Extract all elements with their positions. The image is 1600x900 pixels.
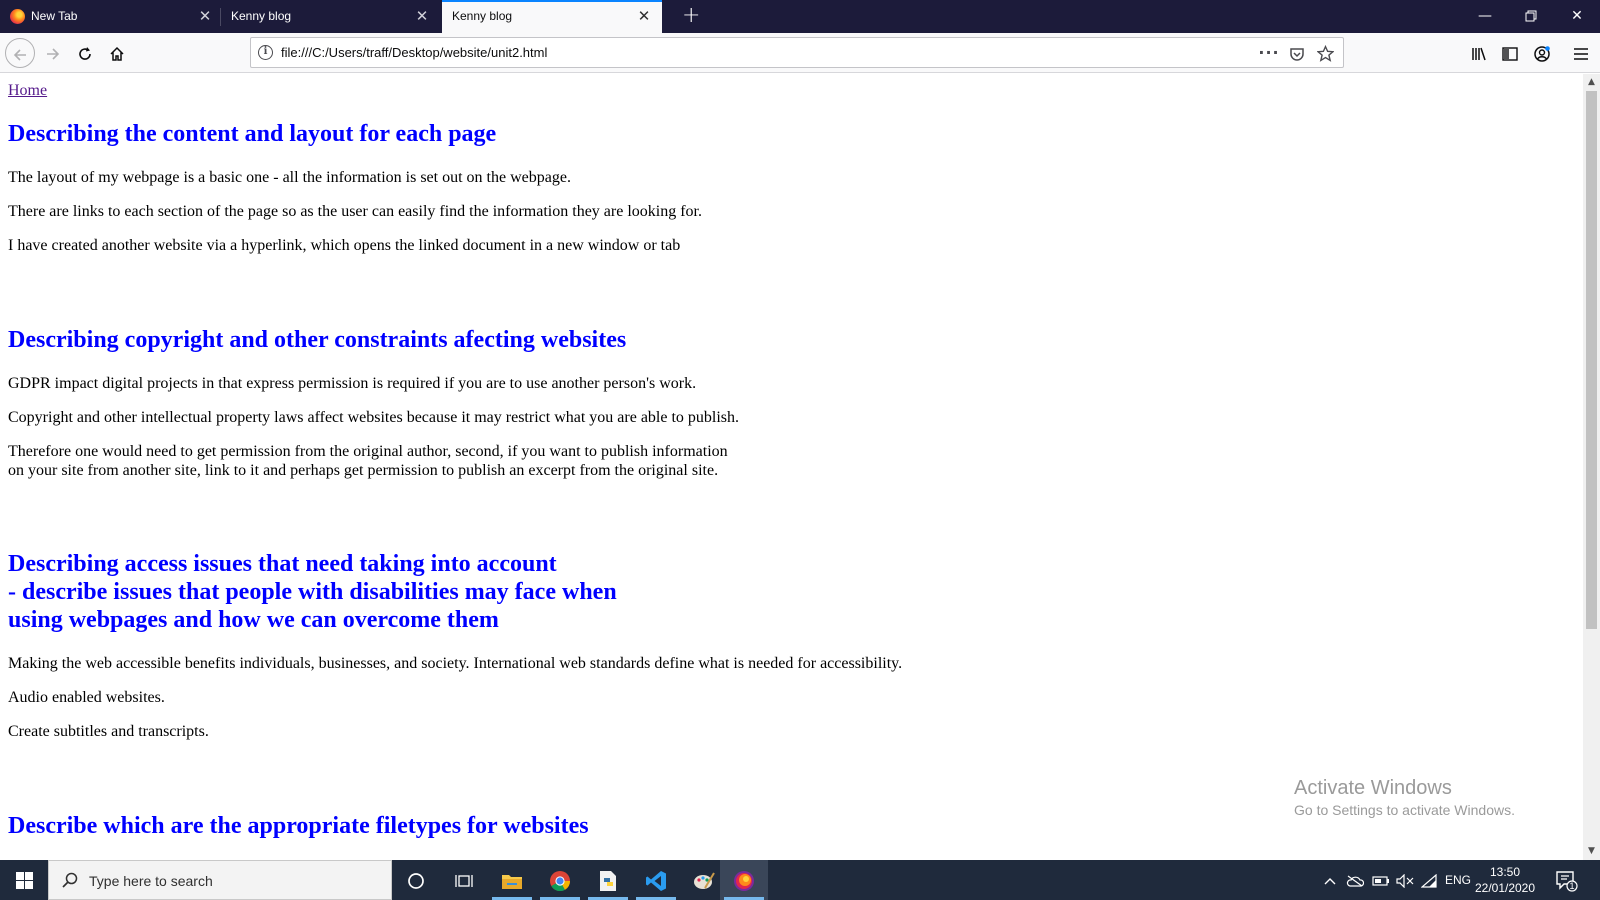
watermark-subtitle: Go to Settings to activate Windows. [1294, 802, 1515, 818]
tab-strip: New Tab ✕ Kenny blog ✕ Kenny blog ✕ + — … [0, 0, 1600, 33]
show-hidden-icons-chevron-icon[interactable] [1320, 860, 1340, 900]
scroll-up-arrow-icon[interactable]: ▲ [1583, 74, 1600, 91]
paragraph: Audio enabled websites. [8, 689, 165, 706]
chrome-icon[interactable] [536, 860, 584, 900]
paragraph: I have created another website via a hyp… [8, 237, 681, 254]
taskbar-search-box[interactable]: Type here to search [48, 860, 392, 900]
section-heading-access-issues: Describing access issues that need takin… [8, 551, 617, 633]
home-link[interactable]: Home [8, 82, 47, 100]
wifi-icon[interactable] [1418, 860, 1440, 900]
account-icon[interactable] [1527, 38, 1557, 68]
notification-count: 1 [1569, 881, 1575, 891]
section-heading-filetypes: Describe which are the appropriate filet… [8, 813, 589, 839]
url-text[interactable]: file:///C:/Users/traff/Desktop/website/u… [281, 38, 547, 67]
pocket-icon[interactable] [1283, 38, 1311, 67]
minimize-icon[interactable]: — [1462, 0, 1508, 33]
watermark-title: Activate Windows [1294, 777, 1452, 799]
clock-time: 13:50 [1489, 865, 1521, 879]
scroll-down-arrow-icon[interactable]: ▼ [1583, 843, 1600, 860]
task-view-icon[interactable] [440, 860, 488, 900]
forward-arrow-icon[interactable] [38, 38, 68, 68]
windows-start-icon[interactable] [0, 860, 48, 900]
library-icon[interactable] [1464, 38, 1494, 68]
onedrive-offline-icon[interactable] [1344, 860, 1366, 900]
vertical-scrollbar[interactable]: ▲ ▼ [1583, 74, 1600, 860]
section-heading-copyright: Describing copyright and other constrain… [8, 327, 627, 353]
clock[interactable]: 13:50 22/01/2020 [1470, 864, 1540, 896]
python-idle-icon[interactable] [584, 860, 632, 900]
paragraph: Copyright and other intellectual propert… [8, 409, 740, 426]
page-actions-ellipsis-icon[interactable]: ··· [1255, 38, 1283, 67]
hamburger-menu-icon[interactable] [1566, 38, 1596, 68]
paragraph: Therefore one would need to get permissi… [8, 443, 728, 479]
paragraph: Making the web accessible benefits indiv… [8, 655, 903, 672]
reload-icon[interactable] [70, 38, 100, 68]
start-pane [25, 872, 33, 880]
page-viewport: Home Describing the content and layout f… [0, 74, 1583, 860]
new-tab-plus-icon[interactable]: + [682, 0, 700, 33]
bookmark-star-icon[interactable] [1311, 38, 1339, 67]
start-pane [16, 872, 24, 880]
scroll-thumb[interactable] [1586, 91, 1597, 629]
search-icon [61, 871, 79, 893]
vscode-icon[interactable] [632, 860, 680, 900]
tab-title: Kenny blog [231, 9, 292, 23]
home-icon[interactable] [102, 38, 132, 68]
back-arrow-icon[interactable] [5, 38, 35, 68]
cortana-icon[interactable] [392, 860, 440, 900]
search-placeholder: Type here to search [89, 873, 213, 889]
paragraph: There are links to each section of the p… [8, 203, 702, 220]
close-icon[interactable]: ✕ [413, 0, 431, 33]
tab-new-tab[interactable]: New Tab ✕ [0, 0, 220, 33]
paragraph: The layout of my webpage is a basic one … [8, 169, 571, 186]
window-close-icon[interactable]: ✕ [1554, 0, 1600, 33]
section-heading-content-layout: Describing the content and layout for ea… [8, 121, 497, 147]
tab-title: Kenny blog [452, 9, 513, 23]
sidebar-toggle-icon[interactable] [1495, 38, 1525, 68]
volume-muted-icon[interactable] [1394, 860, 1416, 900]
start-pane [25, 881, 33, 889]
url-bar[interactable]: i file:///C:/Users/traff/Desktop/website… [250, 37, 1344, 68]
start-pane [16, 881, 24, 889]
navigation-toolbar: i file:///C:/Users/traff/Desktop/website… [0, 33, 1600, 73]
tab-title: New Tab [31, 9, 78, 23]
close-icon[interactable]: ✕ [635, 0, 653, 33]
firefox-tab-icon [10, 9, 25, 24]
close-icon[interactable]: ✕ [196, 0, 214, 33]
tab-kenny-blog-active[interactable]: Kenny blog ✕ [442, 0, 662, 33]
file-explorer-icon[interactable] [488, 860, 536, 900]
language-indicator[interactable]: ENG [1444, 860, 1472, 900]
info-icon[interactable]: i [258, 45, 273, 60]
firefox-icon[interactable] [720, 860, 768, 900]
restore-icon[interactable] [1508, 0, 1554, 33]
windows-taskbar: Type here to search ENG 13:50 22/01/2020… [0, 860, 1600, 900]
activate-windows-watermark: Activate Windows Go to Settings to activ… [1294, 776, 1515, 820]
notification-center-icon[interactable]: 1 [1554, 868, 1578, 892]
battery-icon[interactable] [1370, 860, 1392, 900]
clock-date: 22/01/2020 [1474, 881, 1536, 895]
tab-kenny-blog[interactable]: Kenny blog ✕ [221, 0, 441, 33]
paragraph: GDPR impact digital projects in that exp… [8, 375, 697, 392]
paragraph: Create subtitles and transcripts. [8, 723, 209, 740]
